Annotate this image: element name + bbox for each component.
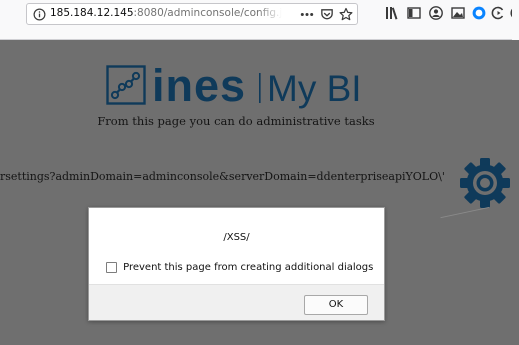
- dialog-message: /XSS/: [223, 232, 250, 243]
- url-path: :8080/adminconsole/config.jsp?ser: [133, 7, 283, 19]
- ok-button[interactable]: OK: [304, 295, 368, 315]
- page-tagline: From this page you can do administrative…: [97, 114, 375, 128]
- address-bar[interactable]: 185.184.12.145:8080/adminconsole/config.…: [26, 3, 358, 25]
- prevent-dialogs-label[interactable]: Prevent this page from creating addition…: [123, 262, 373, 273]
- logo-product: My BI: [267, 68, 362, 109]
- gear-icon[interactable]: [458, 156, 512, 210]
- screenshot-icon[interactable]: [450, 5, 466, 21]
- dialog-footer: OK: [89, 284, 384, 320]
- pocket-icon[interactable]: [319, 7, 335, 22]
- alert-dialog: /XSS/ Prevent this page from creating ad…: [88, 207, 385, 321]
- toolbar-overflow: [512, 0, 519, 40]
- bookmark-star-icon[interactable]: [338, 7, 354, 22]
- prevent-dialogs-checkbox[interactable]: [106, 262, 117, 273]
- sidebar-icon[interactable]: [406, 5, 422, 21]
- url-text[interactable]: 185.184.12.145:8080/adminconsole/config.…: [50, 7, 282, 22]
- ines-logo: ines My BI: [106, 65, 362, 111]
- info-icon[interactable]: [33, 8, 46, 21]
- injected-url-text: rsettings?adminDomain=adminconsole&serve…: [0, 170, 445, 183]
- prevent-dialogs-option[interactable]: Prevent this page from creating addition…: [106, 257, 373, 273]
- logo-chart-glyph: [110, 71, 141, 100]
- logo-wordmark: ines: [152, 65, 246, 111]
- extension-icon-2[interactable]: [490, 5, 506, 21]
- browser-toolbar: 185.184.12.145:8080/adminconsole/config.…: [0, 0, 519, 40]
- page-actions-icon[interactable]: [299, 7, 315, 22]
- url-host: 185.184.12.145: [50, 7, 134, 19]
- extension-icon[interactable]: [471, 5, 487, 21]
- library-icon[interactable]: [384, 5, 400, 21]
- account-icon[interactable]: [428, 5, 444, 21]
